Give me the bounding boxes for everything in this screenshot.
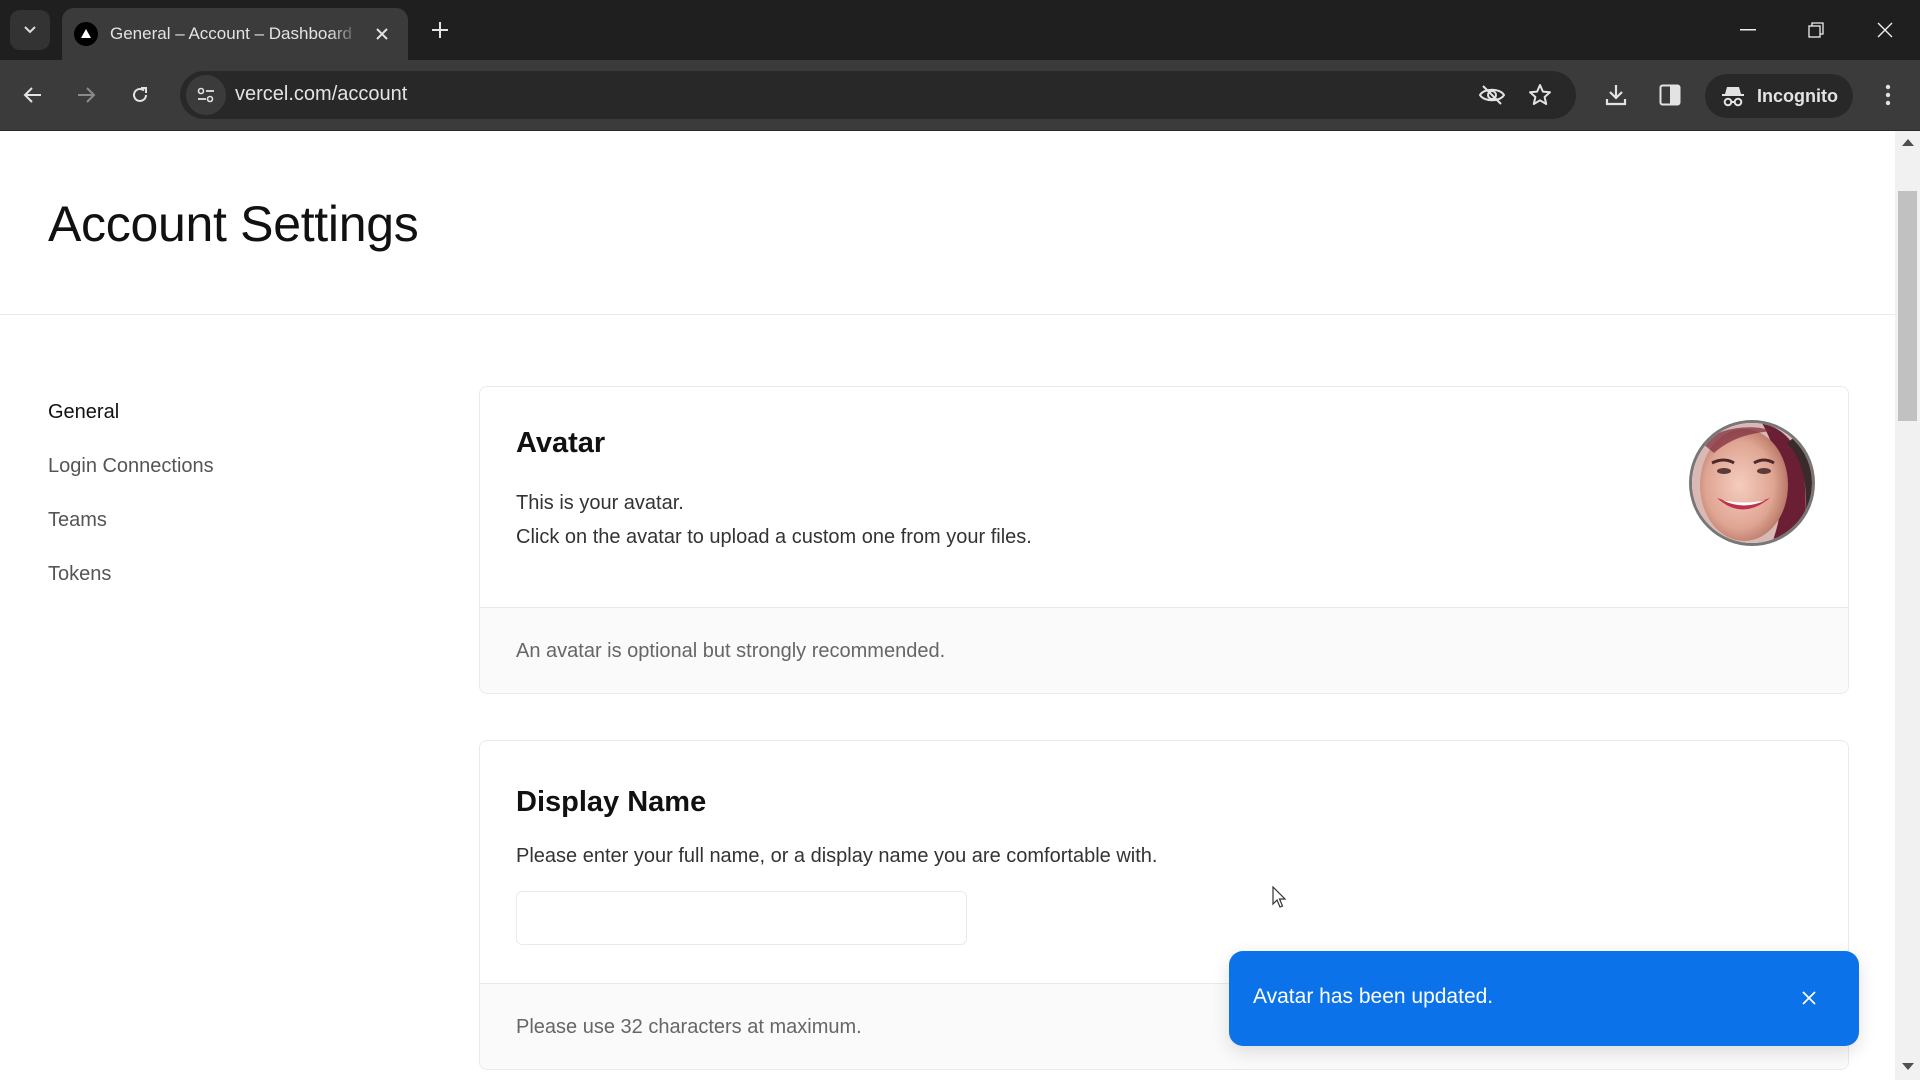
sidebar-item-teams[interactable]: Teams [48, 509, 107, 532]
display-name-description: Please enter your full name, or a displa… [516, 845, 1158, 867]
display-name-card-title: Display Name [516, 786, 707, 818]
new-tab-button[interactable] [424, 14, 456, 46]
forward-button[interactable] [68, 77, 104, 113]
minimize-icon [1740, 29, 1756, 31]
toast-close-button[interactable] [1797, 986, 1821, 1010]
side-panel-button[interactable] [1655, 80, 1685, 110]
download-icon [1605, 85, 1627, 106]
avatar-card-line-2: Click on the avatar to upload a custom o… [516, 526, 1032, 548]
browser-tab-active[interactable]: General – Account – Dashboard [62, 8, 408, 60]
incognito-label: Incognito [1757, 85, 1838, 106]
sidebar-item-tokens[interactable]: Tokens [48, 563, 111, 586]
star-icon [1529, 84, 1551, 105]
incognito-icon [1722, 87, 1744, 107]
chevron-down-icon [24, 26, 36, 34]
restore-button[interactable] [1791, 10, 1841, 50]
toast-notification: Avatar has been updated. [1229, 951, 1859, 1046]
bookmark-button[interactable] [1526, 81, 1554, 109]
arrow-right-icon [78, 87, 96, 103]
browser-tab-bar: General – Account – Dashboard [0, 0, 1920, 60]
tab-close-button[interactable] [370, 22, 394, 46]
close-icon [376, 28, 388, 40]
address-bar[interactable]: vercel.com/account [180, 71, 1576, 119]
header-divider [0, 314, 1895, 315]
browser-toolbar: vercel.com/account Incognito [0, 60, 1920, 131]
toast-message: Avatar has been updated. [1253, 985, 1494, 1008]
scroll-up-arrow[interactable] [1902, 139, 1914, 146]
page-title: Account Settings [48, 196, 419, 252]
url-text[interactable]: vercel.com/account [235, 83, 407, 106]
minimize-button[interactable] [1723, 10, 1773, 50]
sidebar-item-login-connections[interactable]: Login Connections [48, 455, 214, 478]
browser-menu-button[interactable] [1874, 80, 1902, 110]
mouse-cursor-icon [1272, 886, 1287, 908]
eye-off-icon [1478, 85, 1506, 105]
sidebar-item-general[interactable]: General [48, 401, 119, 424]
avatar-card-line-1: This is your avatar. [516, 492, 684, 514]
close-icon [1877, 22, 1893, 38]
arrow-left-icon [23, 87, 41, 103]
side-panel-icon [1659, 84, 1681, 106]
avatar-card: Avatar This is your avatar. Click on the… [479, 386, 1849, 694]
avatar-card-footer-text: An avatar is optional but strongly recom… [516, 640, 946, 662]
page-content: Account Settings General Login Connectio… [0, 131, 1895, 1080]
avatar-card-footer: An avatar is optional but strongly recom… [480, 607, 1848, 693]
avatar-card-title: Avatar [516, 427, 606, 459]
kebab-menu-icon [1885, 84, 1891, 106]
display-name-card-footer-text: Please use 32 characters at maximum. [516, 1016, 862, 1038]
avatar-photo [1692, 423, 1812, 543]
restore-icon [1808, 22, 1824, 38]
reload-button[interactable] [122, 77, 158, 113]
tune-icon [197, 87, 214, 103]
tracking-protection-button[interactable] [1478, 81, 1506, 109]
back-button[interactable] [15, 77, 51, 113]
avatar-image[interactable] [1689, 420, 1815, 546]
tab-title: General – Account – Dashboard [110, 24, 352, 43]
scroll-down-arrow[interactable] [1902, 1063, 1914, 1070]
close-window-button[interactable] [1860, 10, 1910, 50]
plus-icon [432, 22, 448, 38]
scroll-thumb[interactable] [1898, 191, 1917, 421]
tab-search-button[interactable] [10, 10, 50, 50]
page-scrollbar[interactable] [1895, 131, 1920, 1080]
reload-icon [133, 87, 147, 102]
site-info-button[interactable] [186, 75, 226, 115]
vercel-triangle-icon [74, 22, 98, 46]
downloads-button[interactable] [1601, 80, 1631, 110]
close-icon [1802, 991, 1816, 1005]
display-name-input[interactable] [516, 891, 967, 945]
incognito-indicator[interactable]: Incognito [1705, 74, 1853, 118]
